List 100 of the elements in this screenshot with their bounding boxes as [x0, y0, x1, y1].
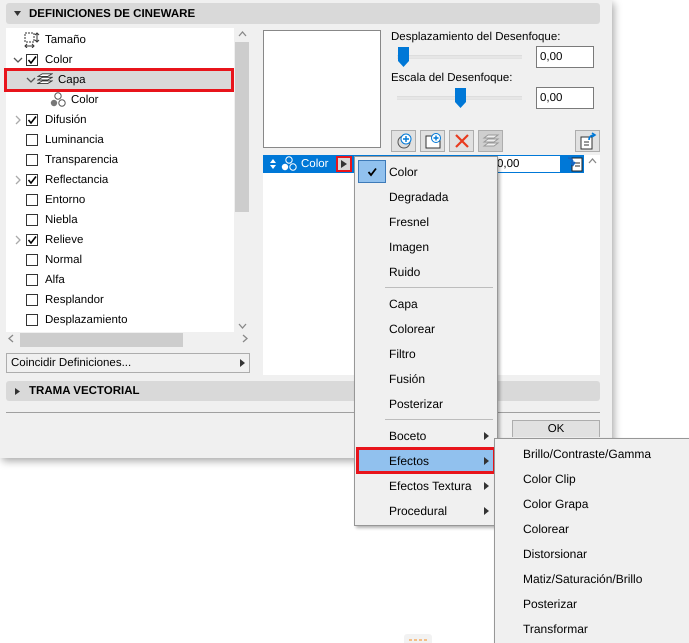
tree-item-label: Tamaño [45, 34, 86, 46]
tree-item-label: Alfa [45, 274, 65, 286]
tree-item[interactable]: Reflectancia [6, 170, 232, 190]
tree-item[interactable]: Relieve [6, 230, 232, 250]
tree-item-label: Resplandor [45, 294, 104, 306]
slider-thumb[interactable] [398, 47, 410, 67]
tree-item[interactable]: Entorno [6, 190, 232, 210]
submenu-arrow-icon [240, 359, 245, 367]
tree-item-label: Normal [45, 254, 82, 266]
checkbox[interactable] [26, 134, 38, 146]
menu-item[interactable]: Colorear [497, 516, 687, 541]
triangle-icon[interactable] [14, 388, 21, 394]
checkbox[interactable] [26, 214, 38, 226]
sort-icon[interactable] [269, 158, 277, 170]
menu-item[interactable]: Color [357, 159, 495, 184]
tree-item[interactable]: Resplandor [6, 290, 232, 310]
tree-item-label: Niebla [45, 214, 78, 226]
load-icon[interactable] [566, 155, 584, 173]
add-circle-icon [394, 132, 412, 150]
menu-item[interactable]: Efectos [357, 448, 495, 473]
menu-item[interactable]: Color Clip [497, 466, 687, 491]
check-icon [27, 115, 37, 125]
section-title: DEFINICIONES DE CINEWARE [29, 8, 196, 20]
menu-item[interactable]: Ruido [357, 259, 495, 284]
export-icon [578, 132, 596, 150]
tree-item-label: Relieve [45, 234, 84, 246]
tree-item-label: Capa [58, 74, 86, 86]
tree-item[interactable]: Tamaño [6, 30, 232, 50]
tree-item-label: Reflectancia [45, 174, 108, 186]
menu-item[interactable]: Transformar [497, 616, 687, 641]
triangle-icon[interactable] [14, 10, 21, 17]
checkbox[interactable] [26, 54, 38, 66]
menu-item[interactable]: Efectos Textura [357, 473, 495, 498]
submenu-arrow-icon [484, 432, 489, 440]
tree-item-label: Transparencia [45, 154, 118, 166]
checkbox[interactable] [26, 194, 38, 206]
checkbox[interactable] [26, 114, 38, 126]
slider-thumb[interactable] [454, 88, 466, 108]
checkbox[interactable] [26, 274, 38, 286]
menu-item[interactable]: Imagen [357, 234, 495, 259]
ok-button[interactable]: OK [512, 420, 600, 437]
value-field[interactable]: 0,00 [536, 46, 594, 68]
menu-item[interactable]: Degradada [357, 184, 495, 209]
tree-item-label: Entorno [45, 194, 86, 206]
tree-item[interactable]: Capa [6, 70, 232, 90]
submenu-arrow-icon [484, 506, 489, 514]
check-icon [27, 55, 37, 65]
tree-item[interactable]: Difusión [6, 110, 232, 130]
menu-item[interactable]: Color Grapa [497, 491, 687, 516]
submenu-arrow-icon [484, 482, 489, 490]
circles-icon [281, 156, 297, 172]
toolbar-button[interactable] [420, 130, 445, 152]
tree-item[interactable]: Transparencia [6, 150, 232, 170]
check-icon [27, 175, 37, 185]
size-icon [24, 32, 40, 48]
menu-item[interactable]: Matiz/Saturación/Brillo [497, 566, 687, 591]
horizontal-scrollbar[interactable] [6, 332, 250, 348]
menu-item[interactable]: Posterizar [497, 591, 687, 616]
section-header[interactable]: DEFINICIONES DE CINEWARE [6, 3, 600, 24]
tree-item[interactable]: Normal [6, 250, 232, 270]
tree-item-label: Color [71, 94, 98, 106]
menu-item[interactable]: Procedural [357, 498, 495, 523]
grip-icon[interactable] [404, 634, 432, 643]
toolbar-button[interactable] [575, 130, 600, 152]
checkbox[interactable] [26, 154, 38, 166]
menu-item[interactable]: Filtro [357, 341, 495, 366]
menu-item[interactable]: Capa [357, 291, 495, 316]
value-field[interactable]: 0,00 [536, 87, 594, 109]
value-field[interactable]: 0,00 [496, 156, 560, 172]
menu-item[interactable]: Boceto [357, 423, 495, 448]
tree-item[interactable]: Color [6, 50, 232, 70]
menu-item[interactable]: Fresnel [357, 209, 495, 234]
menu-item[interactable]: Distorsionar [497, 541, 687, 566]
checkbox[interactable] [26, 314, 38, 326]
slider-label: Escala del Desenfoque: [391, 72, 514, 86]
checkbox[interactable] [26, 294, 38, 306]
check-icon [367, 166, 377, 176]
tree-item[interactable]: Niebla [6, 210, 232, 230]
tree-item-label: Luminancia [45, 134, 104, 146]
checkbox[interactable] [26, 254, 38, 266]
checkbox[interactable] [26, 234, 38, 246]
match-definitions-button[interactable]: Coincidir Definiciones... [6, 353, 250, 373]
slider-label: Desplazamiento del Desenfoque: [391, 31, 562, 45]
play-icon [341, 160, 348, 168]
delete-icon [452, 132, 470, 150]
section-title: TRAMA VECTORIAL [29, 385, 140, 397]
tree-item-label: Desplazamiento [45, 314, 128, 326]
tree-item[interactable]: Color [6, 90, 232, 110]
tree-item-label: Color [45, 54, 72, 66]
tree-item[interactable]: Alfa [6, 270, 232, 290]
menu-item[interactable]: Colorear [357, 316, 495, 341]
circles-icon [50, 92, 66, 108]
layer-label: Color [301, 158, 328, 170]
menu-item[interactable]: Brillo/Contraste/Gamma [497, 441, 687, 466]
menu-button[interactable] [336, 156, 352, 172]
checkbox[interactable] [26, 174, 38, 186]
tree-item[interactable]: Desplazamiento [6, 310, 232, 330]
add-frame-icon [424, 132, 442, 150]
toolbar-button[interactable] [391, 130, 416, 152]
tree-item[interactable]: Luminancia [6, 130, 232, 150]
